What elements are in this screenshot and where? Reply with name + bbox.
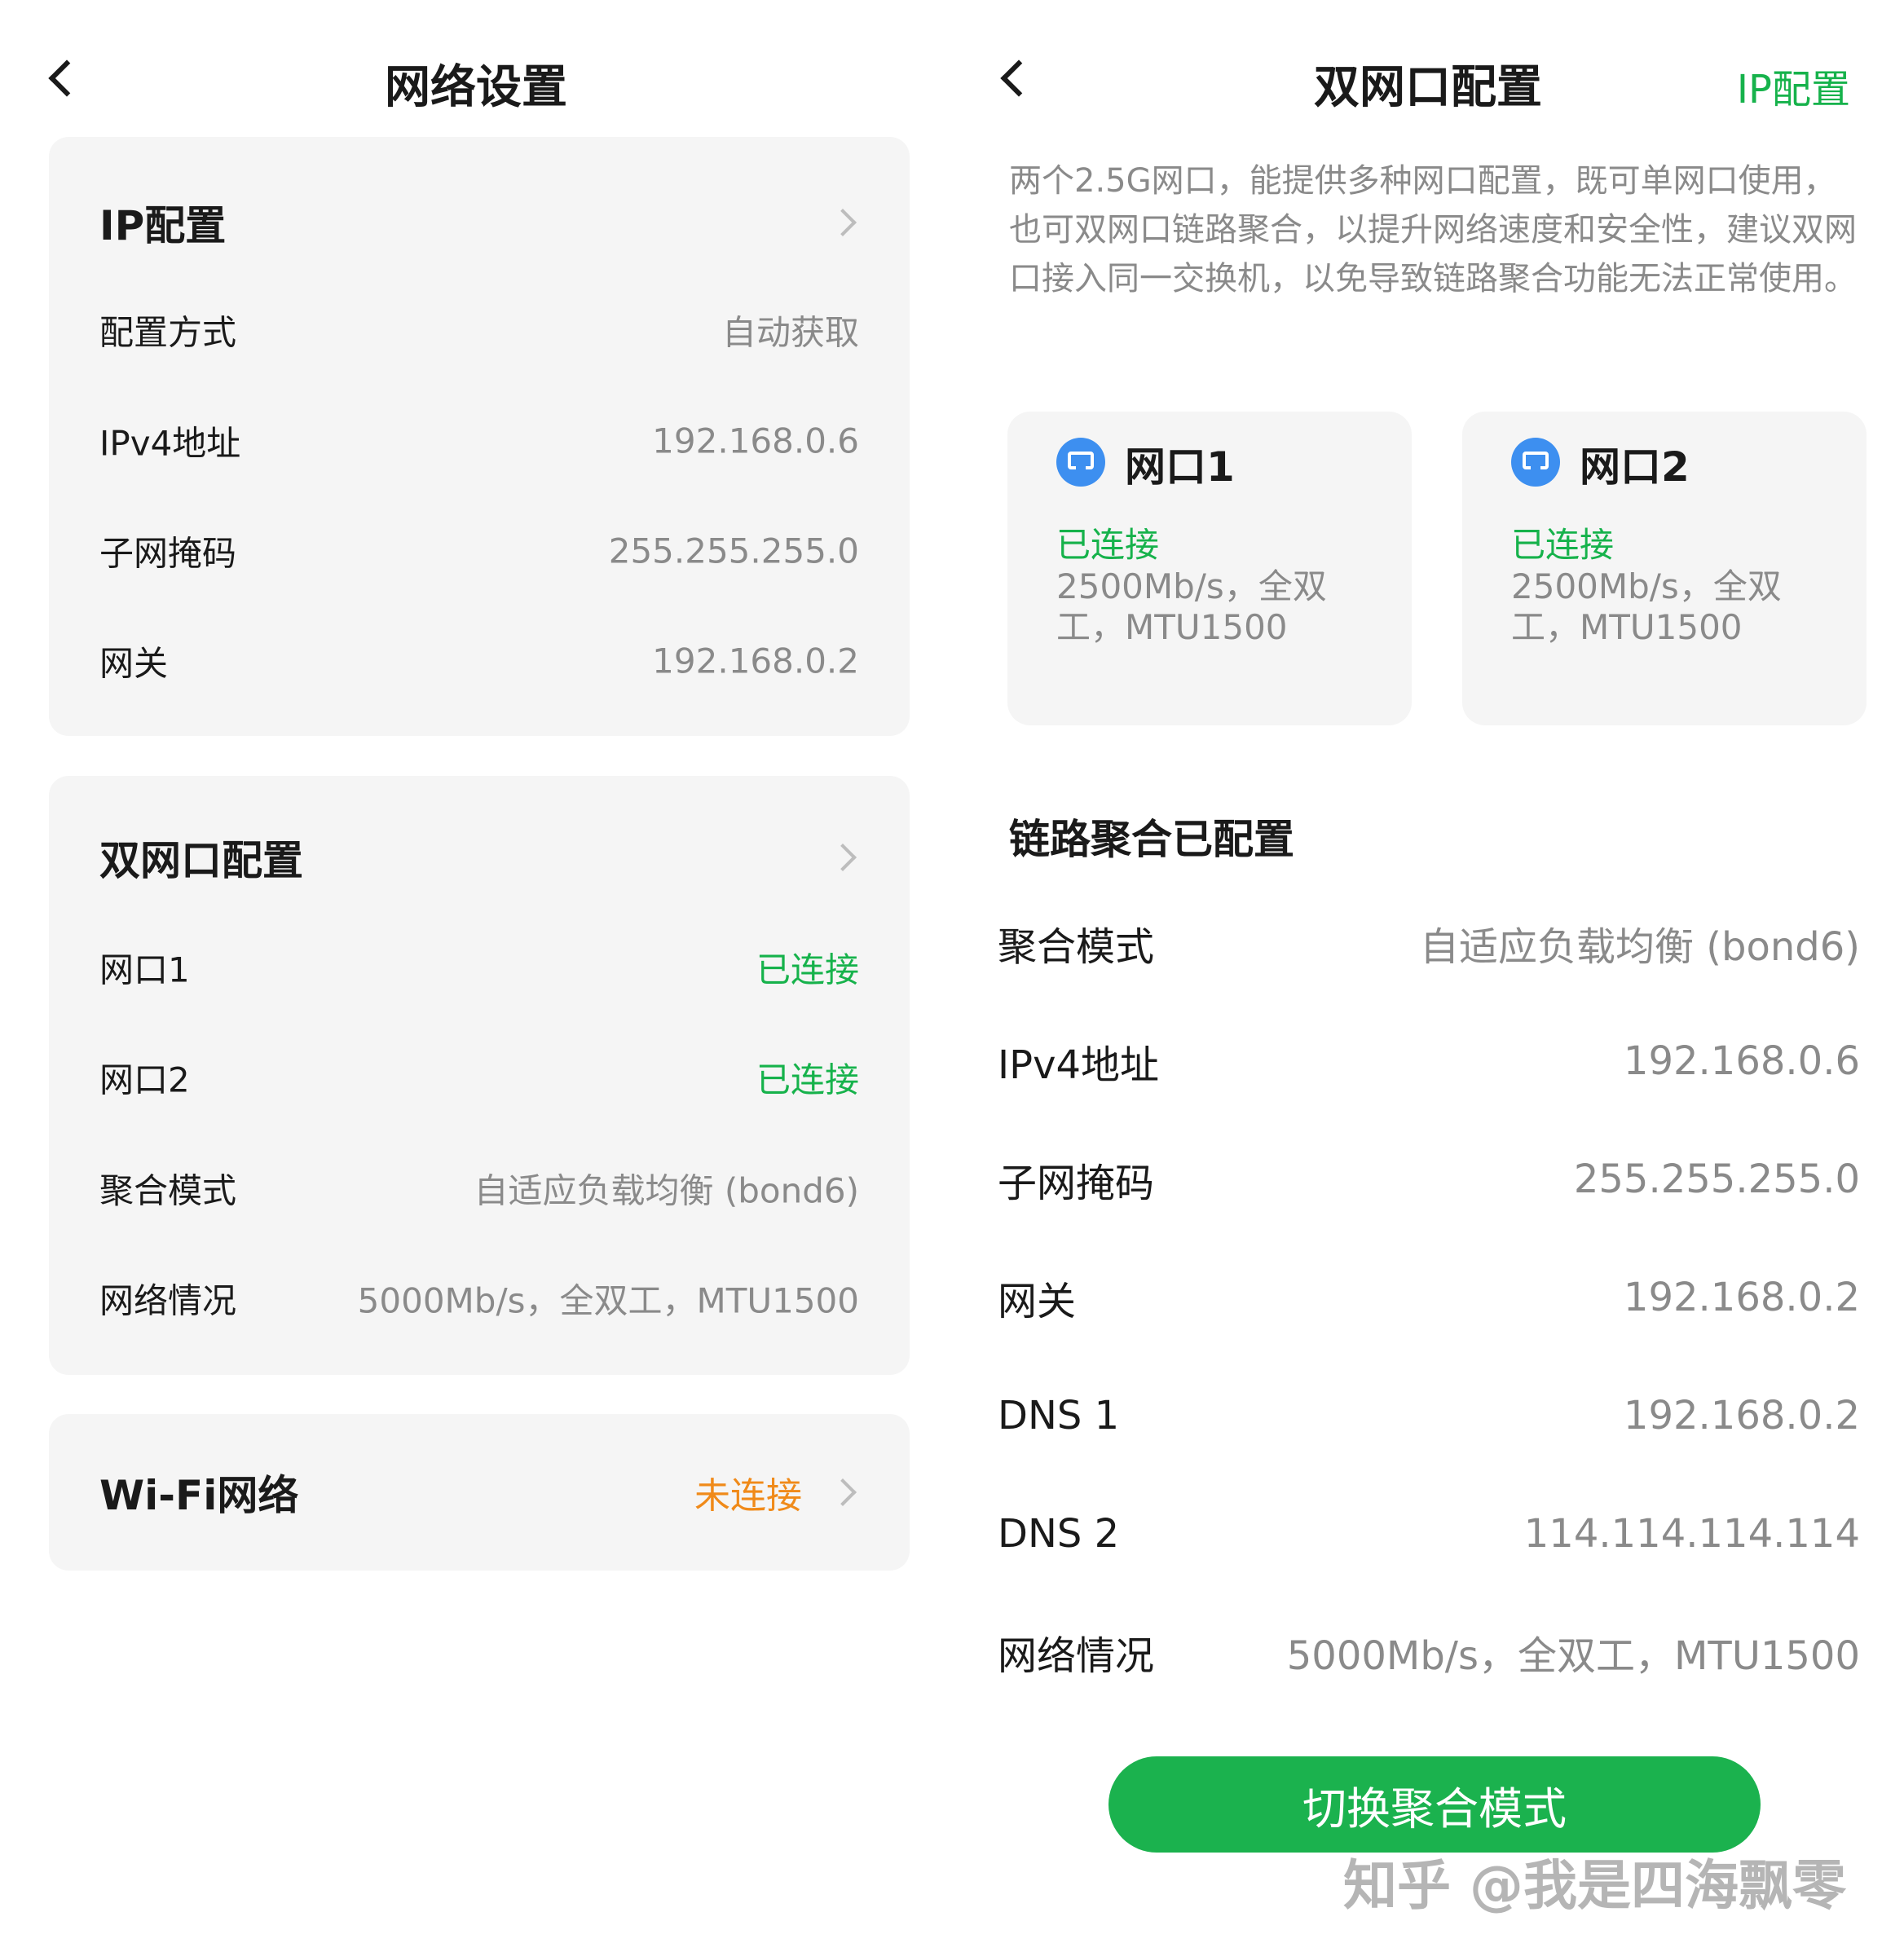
dual-port-config-screen: 双网口配置 IP配置 两个2.5G网口，能提供多种网口配置，既可单网口使用，也可… bbox=[952, 0, 1904, 1943]
row-port-1: 网口1 已连接 bbox=[99, 935, 859, 1000]
row-label: IPv4地址 bbox=[99, 423, 241, 464]
row-label: IPv4地址 bbox=[998, 1042, 1160, 1088]
row-subnet-mask: 子网掩码 255.255.255.0 bbox=[998, 1143, 1860, 1216]
row-value: 192.168.0.2 bbox=[1623, 1275, 1860, 1320]
row-value: 192.168.0.6 bbox=[1623, 1038, 1860, 1084]
port-detail: 2500Mb/s，全双工，MTU1500 bbox=[1511, 566, 1782, 647]
wifi-row[interactable]: Wi-Fi网络 未连接 bbox=[99, 1452, 859, 1533]
row-aggregation-mode: 聚合模式 自适应负载均衡 (bond6) bbox=[998, 906, 1860, 980]
row-label: DNS 1 bbox=[998, 1393, 1120, 1439]
row-port-2: 网口2 已连接 bbox=[99, 1045, 859, 1110]
watermark: 知乎 @我是四海飘零 bbox=[1343, 1854, 1846, 1917]
chevron-right-icon bbox=[829, 209, 857, 236]
port-card-1: 网口1 已连接 2500Mb/s，全双工，MTU1500 bbox=[1007, 412, 1412, 725]
ip-config-header[interactable]: IP配置 bbox=[99, 182, 859, 263]
row-value: 192.168.0.2 bbox=[1623, 1393, 1860, 1439]
status-badge: 已连接 bbox=[756, 949, 859, 990]
ethernet-port-icon bbox=[1056, 438, 1105, 487]
page-title: 网络设置 bbox=[385, 61, 567, 114]
description-text: 两个2.5G网口，能提供多种网口配置，既可单网口使用，也可双网口链路聚合，以提升… bbox=[1009, 162, 1857, 297]
row-label: 网络情况 bbox=[998, 1633, 1155, 1679]
switch-aggregation-mode-button[interactable]: 切换聚合模式 bbox=[1108, 1756, 1761, 1853]
row-label: 子网掩码 bbox=[99, 533, 237, 574]
row-value: 自适应负载均衡 (bond6) bbox=[1420, 924, 1860, 970]
ip-config-card: IP配置 配置方式 自动获取 IPv4地址 192.168.0.6 子网掩码 2… bbox=[49, 137, 910, 736]
top-bar: 网络设置 bbox=[0, 33, 952, 130]
port-detail: 2500Mb/s，全双工，MTU1500 bbox=[1056, 566, 1327, 647]
row-ipv4-address: IPv4地址 192.168.0.6 bbox=[998, 1024, 1860, 1098]
row-network-status: 网络情况 5000Mb/s，全双工，MTU1500 bbox=[99, 1266, 859, 1331]
ip-config-link[interactable]: IP配置 bbox=[1737, 57, 1850, 114]
ip-config-header-label: IP配置 bbox=[99, 202, 227, 249]
row-dns-1: DNS 1 192.168.0.2 bbox=[998, 1379, 1860, 1452]
row-label: 聚合模式 bbox=[998, 924, 1155, 970]
status-badge: 已连接 bbox=[1056, 525, 1160, 565]
dual-port-header[interactable]: 双网口配置 bbox=[99, 817, 859, 898]
row-value: 255.255.255.0 bbox=[608, 531, 859, 571]
wifi-card: Wi-Fi网络 未连接 bbox=[49, 1414, 910, 1571]
row-value: 192.168.0.6 bbox=[652, 421, 859, 461]
wifi-label: Wi-Fi网络 bbox=[99, 1472, 299, 1519]
row-value: 自动获取 bbox=[721, 312, 859, 353]
chevron-right-icon bbox=[829, 844, 857, 871]
section-title: 链路聚合已配置 bbox=[1009, 816, 1294, 863]
row-label: DNS 2 bbox=[998, 1511, 1120, 1557]
row-dns-2: DNS 2 114.114.114.114 bbox=[998, 1497, 1860, 1571]
row-label: 网络情况 bbox=[99, 1280, 237, 1321]
row-ipv4-address: IPv4地址 192.168.0.6 bbox=[99, 408, 859, 474]
status-badge: 未连接 bbox=[694, 1475, 802, 1517]
row-value: 5000Mb/s，全双工，MTU1500 bbox=[357, 1280, 859, 1321]
row-value: 192.168.0.2 bbox=[652, 641, 859, 681]
port-name: 网口2 bbox=[1580, 443, 1690, 491]
row-label: 网口2 bbox=[99, 1060, 190, 1100]
network-settings-screen: 网络设置 IP配置 配置方式 自动获取 IPv4地址 192.168.0.6 子… bbox=[0, 0, 952, 1943]
row-gateway: 网关 192.168.0.2 bbox=[99, 628, 859, 694]
row-value: 255.255.255.0 bbox=[1573, 1157, 1860, 1202]
ethernet-port-icon bbox=[1511, 438, 1560, 487]
row-label: 配置方式 bbox=[99, 312, 237, 353]
port-name: 网口1 bbox=[1125, 443, 1235, 491]
row-config-method[interactable]: 配置方式 自动获取 bbox=[99, 297, 859, 363]
chevron-right-icon bbox=[829, 1478, 857, 1506]
row-label: 聚合模式 bbox=[99, 1170, 237, 1211]
row-subnet-mask: 子网掩码 255.255.255.0 bbox=[99, 518, 859, 584]
row-value: 自适应负载均衡 (bond6) bbox=[474, 1170, 859, 1211]
top-bar: 双网口配置 IP配置 bbox=[952, 33, 1904, 130]
status-badge: 已连接 bbox=[1511, 525, 1615, 565]
dual-port-header-label: 双网口配置 bbox=[99, 837, 303, 884]
row-label: 网关 bbox=[99, 643, 169, 684]
row-label: 网口1 bbox=[99, 949, 190, 990]
row-value: 114.114.114.114 bbox=[1523, 1511, 1860, 1557]
port-card-2: 网口2 已连接 2500Mb/s，全双工，MTU1500 bbox=[1462, 412, 1867, 725]
row-label: 网关 bbox=[998, 1279, 1077, 1324]
status-badge: 已连接 bbox=[756, 1060, 859, 1100]
dual-port-card: 双网口配置 网口1 已连接 网口2 已连接 聚合模式 自适应负载均衡 (bond… bbox=[49, 776, 910, 1375]
row-aggregation-mode: 聚合模式 自适应负载均衡 (bond6) bbox=[99, 1156, 859, 1221]
row-gateway: 网关 192.168.0.2 bbox=[998, 1261, 1860, 1334]
row-value: 5000Mb/s，全双工，MTU1500 bbox=[1286, 1633, 1860, 1679]
row-label: 子网掩码 bbox=[998, 1161, 1155, 1206]
row-network-status: 网络情况 5000Mb/s，全双工，MTU1500 bbox=[998, 1615, 1860, 1689]
